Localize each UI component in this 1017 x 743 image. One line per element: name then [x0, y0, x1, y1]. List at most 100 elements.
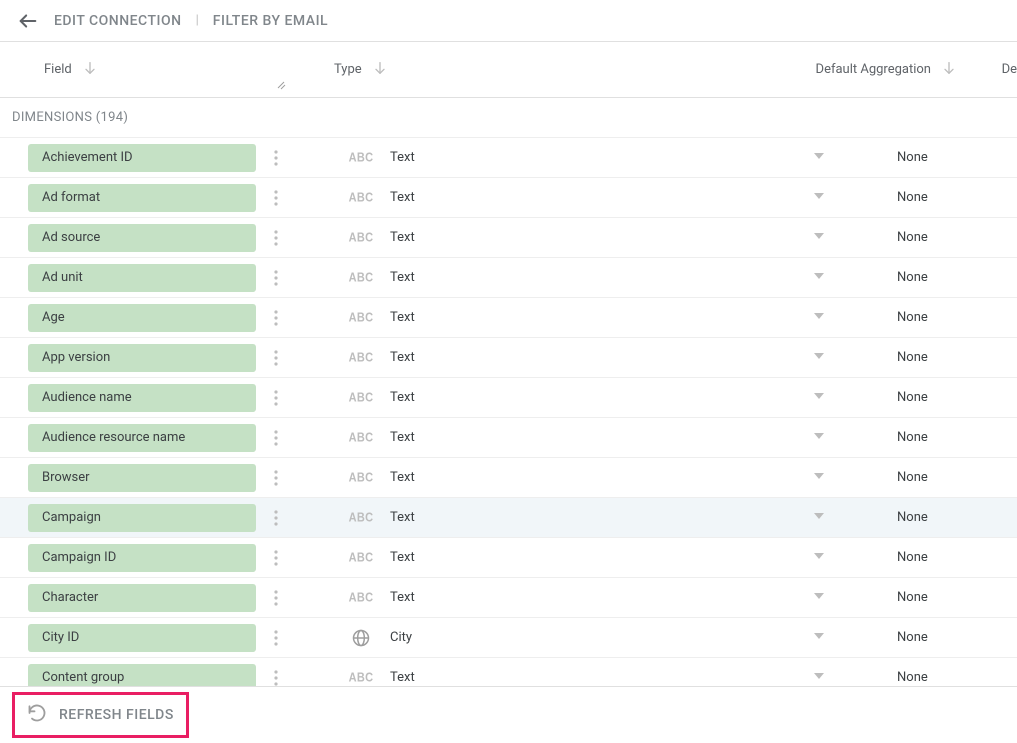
kebab-menu-icon[interactable] — [262, 190, 290, 206]
aggregation-value[interactable]: None — [897, 190, 1017, 205]
header-field[interactable]: Field — [44, 60, 264, 80]
field-row: Content groupABCTextNone — [0, 658, 1017, 686]
aggregation-value[interactable]: None — [897, 150, 1017, 165]
aggregation-value[interactable]: None — [897, 230, 1017, 245]
field-chip[interactable]: Age — [28, 304, 256, 332]
kebab-menu-icon[interactable] — [262, 430, 290, 446]
aggregation-value[interactable]: None — [897, 270, 1017, 285]
field-row: Audience resource nameABCTextNone — [0, 418, 1017, 458]
dimensions-section-label: DIMENSIONS (194) — [0, 98, 1017, 138]
header-description-partial: De — [1002, 62, 1017, 77]
field-chip[interactable]: Ad format — [28, 184, 256, 212]
type-value[interactable]: Text — [390, 470, 670, 485]
type-dropdown-caret-icon[interactable] — [813, 670, 825, 686]
header-type[interactable]: Type — [334, 60, 414, 80]
type-dropdown-caret-icon[interactable] — [813, 550, 825, 566]
field-chip[interactable]: Browser — [28, 464, 256, 492]
type-dropdown-caret-icon[interactable] — [813, 190, 825, 206]
field-chip[interactable]: Audience name — [28, 384, 256, 412]
header-type-label: Type — [334, 62, 362, 77]
type-dropdown-caret-icon[interactable] — [813, 150, 825, 166]
aggregation-value[interactable]: None — [897, 390, 1017, 405]
kebab-menu-icon[interactable] — [262, 670, 290, 686]
field-chip[interactable]: Audience resource name — [28, 424, 256, 452]
aggregation-value[interactable]: None — [897, 590, 1017, 605]
type-value[interactable]: Text — [390, 190, 670, 205]
field-row: Ad format ABC Text None — [0, 178, 1017, 218]
type-dropdown-caret-icon[interactable] — [813, 510, 825, 526]
kebab-menu-icon[interactable] — [262, 510, 290, 526]
top-toolbar: EDIT CONNECTION | FILTER BY EMAIL — [0, 0, 1017, 42]
type-value[interactable]: Text — [390, 510, 670, 525]
type-value[interactable]: Text — [390, 430, 670, 445]
field-row: Campaign ABC Text None — [0, 498, 1017, 538]
type-dropdown-caret-icon[interactable] — [813, 270, 825, 286]
aggregation-value[interactable]: None — [897, 430, 1017, 445]
kebab-menu-icon[interactable] — [262, 230, 290, 246]
abc-icon: ABC — [346, 272, 376, 284]
abc-icon: ABC — [346, 592, 376, 604]
type-value[interactable]: Text — [390, 270, 670, 285]
kebab-menu-icon[interactable] — [262, 150, 290, 166]
edit-connection-label[interactable]: EDIT CONNECTION — [54, 13, 182, 29]
column-resize-handle-icon[interactable] — [276, 80, 286, 93]
type-value[interactable]: Text — [390, 350, 670, 365]
field-chip[interactable]: Campaign — [28, 504, 256, 532]
type-dropdown-caret-icon[interactable] — [813, 310, 825, 326]
sort-arrow-icon — [372, 60, 388, 80]
abc-icon: ABC — [346, 192, 376, 204]
type-value[interactable]: Text — [390, 590, 670, 605]
kebab-menu-icon[interactable] — [262, 590, 290, 606]
refresh-icon — [27, 703, 47, 727]
type-value[interactable]: Text — [390, 670, 670, 685]
type-value[interactable]: Text — [390, 310, 670, 325]
field-chip[interactable]: Content group — [28, 664, 256, 687]
kebab-menu-icon[interactable] — [262, 270, 290, 286]
type-dropdown-caret-icon[interactable] — [813, 230, 825, 246]
type-value[interactable]: City — [390, 630, 670, 645]
type-dropdown-caret-icon[interactable] — [813, 350, 825, 366]
aggregation-value[interactable]: None — [897, 470, 1017, 485]
type-dropdown-caret-icon[interactable] — [813, 590, 825, 606]
aggregation-value[interactable]: None — [897, 350, 1017, 365]
abc-icon: ABC — [346, 512, 376, 524]
type-dropdown-caret-icon[interactable] — [813, 630, 825, 646]
kebab-menu-icon[interactable] — [262, 350, 290, 366]
abc-icon: ABC — [346, 232, 376, 244]
filter-by-email-label[interactable]: FILTER BY EMAIL — [213, 13, 328, 29]
field-chip[interactable]: City ID — [28, 624, 256, 652]
kebab-menu-icon[interactable] — [262, 550, 290, 566]
field-chip[interactable]: Character — [28, 584, 256, 612]
aggregation-value[interactable]: None — [897, 310, 1017, 325]
field-chip[interactable]: Ad source — [28, 224, 256, 252]
aggregation-value[interactable]: None — [897, 630, 1017, 645]
aggregation-value[interactable]: None — [897, 510, 1017, 525]
type-dropdown-caret-icon[interactable] — [813, 470, 825, 486]
kebab-menu-icon[interactable] — [262, 310, 290, 326]
bottom-toolbar: REFRESH FIELDS — [0, 686, 1017, 742]
field-chip[interactable]: Campaign ID — [28, 544, 256, 572]
type-dropdown-caret-icon[interactable] — [813, 390, 825, 406]
type-value[interactable]: Text — [390, 550, 670, 565]
type-value[interactable]: Text — [390, 230, 670, 245]
header-aggregation[interactable]: Default Aggregation — [816, 60, 957, 80]
abc-icon: ABC — [346, 352, 376, 364]
field-chip[interactable]: App version — [28, 344, 256, 372]
field-row: BrowserABCTextNone — [0, 458, 1017, 498]
field-row: City ID City None — [0, 618, 1017, 658]
field-chip[interactable]: Ad unit — [28, 264, 256, 292]
kebab-menu-icon[interactable] — [262, 470, 290, 486]
field-row: Campaign IDABCTextNone — [0, 538, 1017, 578]
aggregation-value[interactable]: None — [897, 550, 1017, 565]
field-chip[interactable]: Achievement ID — [28, 144, 256, 172]
kebab-menu-icon[interactable] — [262, 390, 290, 406]
type-value[interactable]: Text — [390, 390, 670, 405]
type-dropdown-caret-icon[interactable] — [813, 430, 825, 446]
back-arrow-icon[interactable] — [16, 9, 40, 33]
abc-icon: ABC — [346, 392, 376, 404]
column-headers: Field Type Default Aggregation De — [0, 42, 1017, 98]
type-value[interactable]: Text — [390, 150, 670, 165]
kebab-menu-icon[interactable] — [262, 630, 290, 646]
aggregation-value[interactable]: None — [897, 670, 1017, 685]
refresh-fields-button[interactable]: REFRESH FIELDS — [12, 692, 189, 738]
